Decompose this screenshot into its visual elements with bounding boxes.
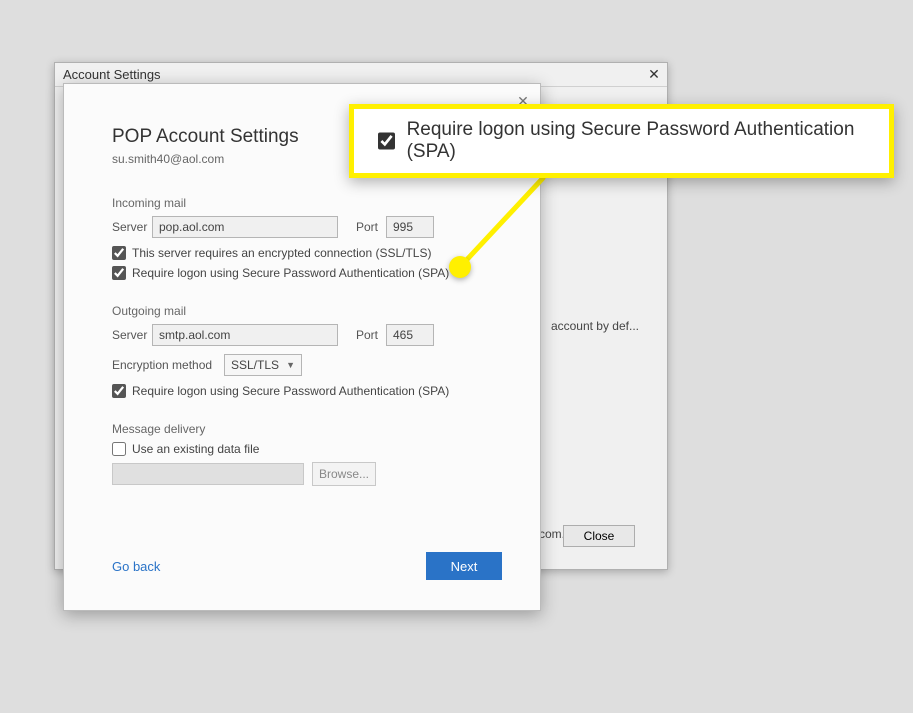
encryption-method-value: SSL/TLS <box>231 358 279 372</box>
incoming-ssl-checkbox[interactable] <box>112 246 126 260</box>
incoming-server-input[interactable] <box>152 216 338 238</box>
incoming-mail-label: Incoming mail <box>112 196 502 210</box>
outgoing-port-input[interactable] <box>386 324 434 346</box>
outgoing-spa-checkbox[interactable] <box>112 384 126 398</box>
use-existing-file-label: Use an existing data file <box>132 442 259 456</box>
next-button[interactable]: Next <box>426 552 502 580</box>
existing-file-path-input <box>112 463 304 485</box>
account-settings-title: Account Settings <box>63 67 161 82</box>
incoming-spa-label: Require logon using Secure Password Auth… <box>132 266 449 280</box>
account-default-fragment: account by def... <box>551 319 639 333</box>
incoming-server-label: Server <box>112 220 152 234</box>
outgoing-server-label: Server <box>112 328 152 342</box>
incoming-port-label: Port <box>356 220 386 234</box>
message-delivery-label: Message delivery <box>112 422 502 436</box>
chevron-down-icon: ▼ <box>286 360 295 370</box>
encryption-method-select[interactable]: SSL/TLS ▼ <box>224 354 302 376</box>
outgoing-port-label: Port <box>356 328 386 342</box>
outgoing-server-input[interactable] <box>152 324 338 346</box>
incoming-spa-checkbox[interactable] <box>112 266 126 280</box>
use-existing-file-checkbox[interactable] <box>112 442 126 456</box>
callout-highlight-dot <box>449 256 471 278</box>
browse-button[interactable]: Browse... <box>312 462 376 486</box>
encryption-method-label: Encryption method <box>112 358 224 372</box>
go-back-link[interactable]: Go back <box>112 559 160 574</box>
close-button[interactable]: Close <box>563 525 635 547</box>
callout-spa-label: Require logon using Secure Password Auth… <box>407 119 869 163</box>
incoming-ssl-label: This server requires an encrypted connec… <box>132 246 431 260</box>
outgoing-spa-label: Require logon using Secure Password Auth… <box>132 384 449 398</box>
close-icon[interactable]: ✕ <box>645 66 663 84</box>
incoming-port-input[interactable] <box>386 216 434 238</box>
outgoing-mail-label: Outgoing mail <box>112 304 502 318</box>
callout-box: Require logon using Secure Password Auth… <box>349 104 894 178</box>
callout-spa-checkbox[interactable] <box>378 132 395 150</box>
